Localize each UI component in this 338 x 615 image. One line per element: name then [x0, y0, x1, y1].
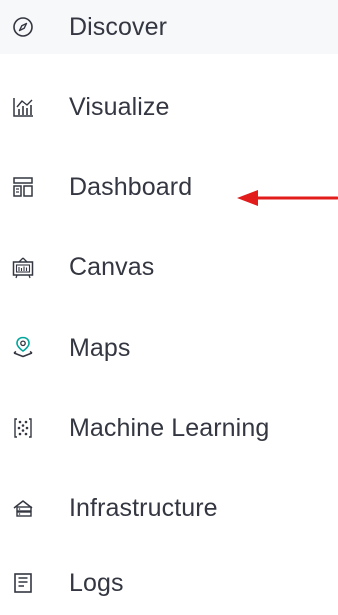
sidebar-item-label: Machine Learning	[69, 414, 270, 442]
sidebar-nav: Discover Visualize Dashboard Canvas Maps…	[0, 0, 338, 597]
sidebar-item-canvas[interactable]: Canvas	[0, 240, 338, 294]
infrastructure-icon	[11, 496, 35, 520]
sidebar-item-label: Maps	[69, 334, 131, 362]
sidebar-item-discover[interactable]: Discover	[0, 0, 338, 54]
compass-icon	[11, 15, 35, 39]
map-pin-icon	[11, 335, 35, 359]
sidebar-item-label: Visualize	[69, 93, 170, 121]
visualize-icon	[11, 95, 35, 119]
sidebar-item-visualize[interactable]: Visualize	[0, 80, 338, 134]
sidebar-item-infrastructure[interactable]: Infrastructure	[0, 481, 338, 535]
annotation-arrow-icon	[237, 190, 338, 206]
sidebar-item-logs[interactable]: Logs	[0, 561, 338, 615]
sidebar-item-label: Logs	[69, 569, 124, 597]
machine-learning-icon	[11, 416, 35, 440]
dashboard-icon	[11, 175, 35, 199]
sidebar-item-maps[interactable]: Maps	[0, 321, 338, 375]
sidebar-item-label: Infrastructure	[69, 494, 218, 522]
logs-icon	[11, 571, 35, 595]
sidebar-item-machine-learning[interactable]: Machine Learning	[0, 401, 338, 455]
canvas-icon	[11, 256, 35, 280]
sidebar-item-label: Dashboard	[69, 173, 193, 201]
sidebar-item-label: Discover	[69, 13, 168, 41]
sidebar-item-label: Canvas	[69, 253, 155, 281]
